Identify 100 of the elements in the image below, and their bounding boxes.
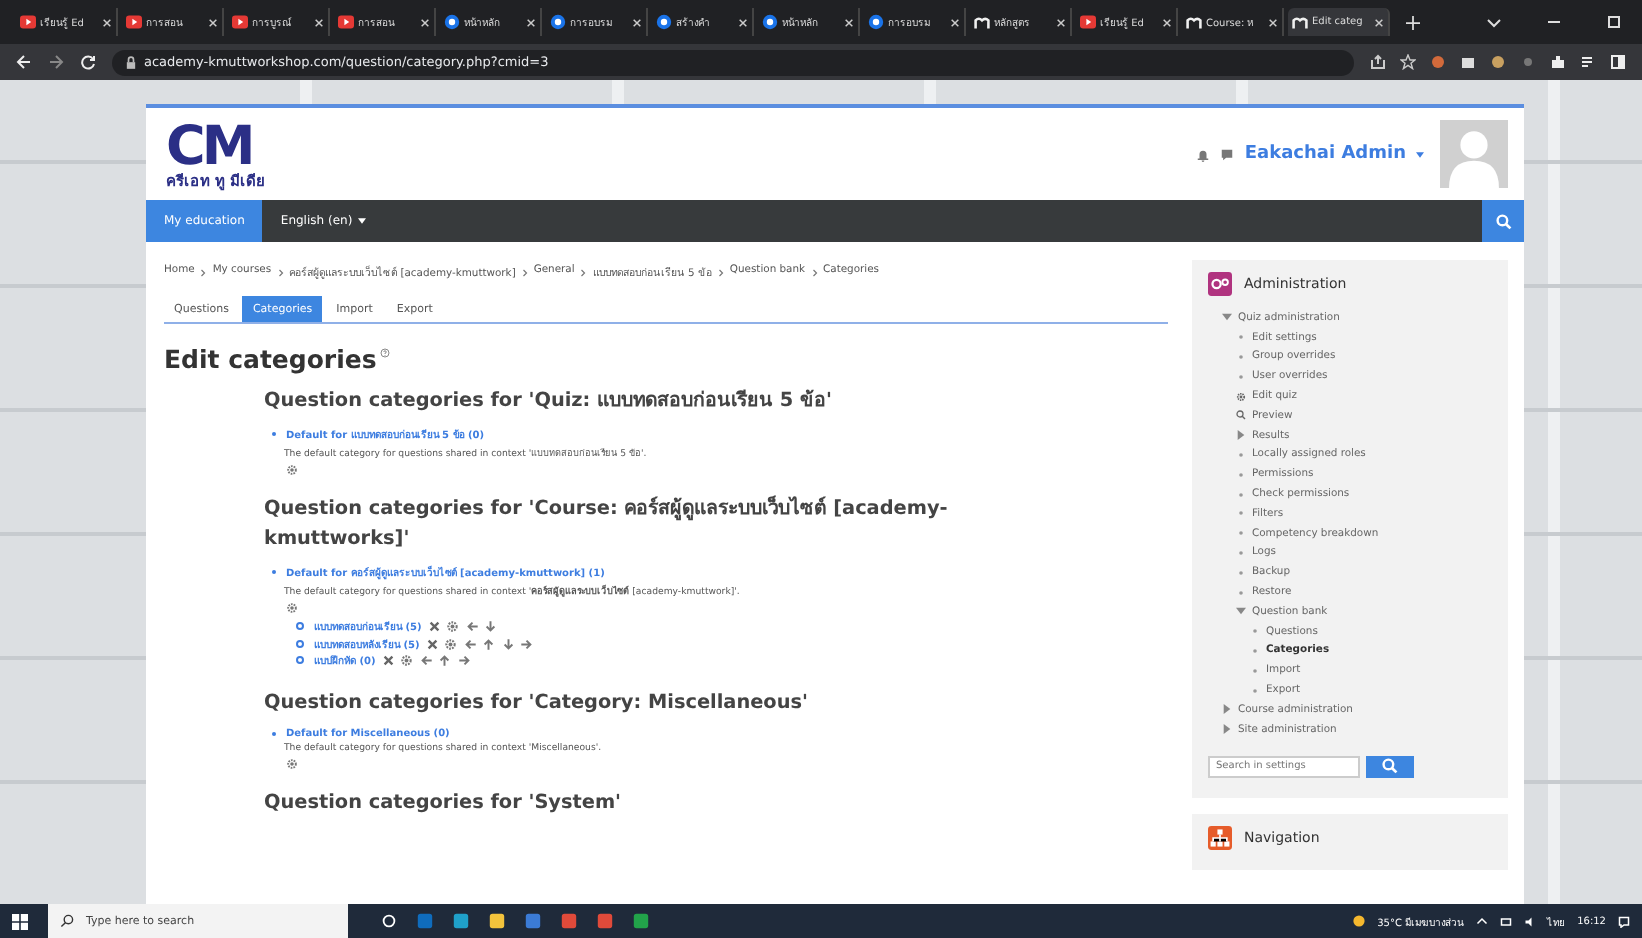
- section-heading: Question categories for 'System': [264, 789, 624, 818]
- gears-icon: [1208, 272, 1232, 296]
- circle-icon[interactable]: [380, 912, 398, 930]
- m-logo-icon: [1186, 14, 1202, 30]
- contacts-icon[interactable]: [632, 912, 650, 930]
- magnifier-icon: [1236, 410, 1246, 421]
- forward-icon[interactable]: [48, 54, 64, 70]
- close-icon[interactable]: [102, 17, 112, 27]
- sidebar-icon[interactable]: [1610, 54, 1626, 70]
- mail-icon[interactable]: [416, 912, 434, 930]
- play-icon: [126, 14, 142, 30]
- playlist-icon[interactable]: [1580, 54, 1596, 70]
- close-icon[interactable]: [208, 17, 218, 27]
- section-heading: Question categories for 'Course: คอร์สผู้ดูแลระบบเว็บไซต์ [academy-kmuttworks]': [264, 494, 950, 555]
- puzzle-icon[interactable]: [1550, 54, 1566, 70]
- up-arrow-icon[interactable]: [482, 637, 496, 651]
- delete-icon[interactable]: [427, 620, 441, 634]
- up-arrow-icon[interactable]: [438, 654, 452, 668]
- reload-icon[interactable]: [80, 54, 96, 70]
- share-icon[interactable]: [1370, 54, 1386, 70]
- new-tab-icon[interactable]: [1406, 15, 1420, 29]
- windows-start-icon[interactable]: [12, 913, 28, 929]
- left-arrow-icon[interactable]: [419, 654, 433, 668]
- chat-icon[interactable]: [1220, 147, 1235, 161]
- search-icon: [1495, 213, 1511, 229]
- logo-mark[interactable]: CM: [166, 119, 265, 174]
- caret-right-icon[interactable]: [1222, 704, 1232, 715]
- delete-icon[interactable]: [425, 637, 439, 651]
- close-icon[interactable]: [1162, 17, 1172, 27]
- search-icon: [60, 914, 74, 928]
- globe-icon: [868, 14, 884, 30]
- left-arrow-icon[interactable]: [465, 620, 479, 634]
- close-icon[interactable]: [420, 17, 430, 27]
- caret-down-icon[interactable]: [1222, 312, 1232, 323]
- close-icon[interactable]: [844, 17, 854, 27]
- restore-icon[interactable]: [1606, 14, 1622, 30]
- bullet-icon: [1238, 549, 1244, 556]
- speaker-icon[interactable]: [1523, 915, 1536, 927]
- gear-icon: [1236, 391, 1246, 402]
- down-arrow-icon[interactable]: [484, 620, 498, 634]
- edge-icon[interactable]: [452, 912, 470, 930]
- chevron-up-icon[interactable]: [1475, 915, 1488, 927]
- gear-icon[interactable]: [286, 464, 298, 477]
- bullet-icon: [1252, 687, 1258, 694]
- close-icon[interactable]: [950, 17, 960, 27]
- caret-right-icon[interactable]: [1222, 724, 1232, 735]
- close-icon[interactable]: [314, 17, 324, 27]
- user-menu[interactable]: Eakachai Admin: [1244, 144, 1406, 164]
- store-icon[interactable]: [524, 912, 542, 930]
- bullet-icon: [1238, 471, 1244, 478]
- weather-icon[interactable]: [1351, 914, 1366, 928]
- down-arrow-icon[interactable]: [501, 637, 515, 651]
- m-logo-icon: [974, 14, 990, 30]
- caret-down-icon[interactable]: [1416, 151, 1424, 157]
- network-icon[interactable]: [1499, 915, 1512, 927]
- play-icon: [338, 14, 354, 30]
- back-icon[interactable]: [16, 54, 32, 70]
- bullet-icon: [1238, 510, 1244, 517]
- chevron-right-icon: [811, 267, 818, 277]
- gear-icon[interactable]: [286, 757, 298, 770]
- play-icon: [1080, 14, 1096, 30]
- star-icon[interactable]: [1400, 54, 1416, 70]
- m-logo-icon: [1292, 14, 1308, 30]
- bullet-icon: [1238, 491, 1244, 498]
- left-arrow-icon[interactable]: [463, 637, 477, 651]
- help-icon[interactable]: [380, 348, 391, 358]
- chevron-right-icon: [277, 267, 284, 277]
- page-title: Edit categories: [164, 344, 377, 374]
- bullet-icon: [1238, 589, 1244, 596]
- bullet-icon: [1238, 569, 1244, 576]
- close-icon[interactable]: [1374, 17, 1384, 27]
- right-arrow-icon[interactable]: [457, 654, 471, 668]
- bell-icon[interactable]: [1196, 147, 1211, 161]
- delete-icon[interactable]: [381, 654, 395, 668]
- sitemap-icon: [1208, 825, 1232, 850]
- search-button[interactable]: [1482, 200, 1524, 242]
- chevron-right-icon: [521, 267, 528, 277]
- gear-icon[interactable]: [286, 602, 298, 615]
- close-icon[interactable]: [1056, 17, 1066, 27]
- globe-icon: [444, 14, 460, 30]
- chevron-down-icon[interactable]: [1486, 14, 1502, 30]
- bullet-icon: [1238, 373, 1244, 380]
- chevron-right-icon: [717, 267, 724, 277]
- notification-icon[interactable]: [1618, 915, 1630, 927]
- bullet-icon: [1238, 530, 1244, 537]
- gear-icon[interactable]: [400, 654, 414, 668]
- caret-down-icon[interactable]: [1236, 606, 1246, 617]
- right-arrow-icon[interactable]: [520, 637, 534, 651]
- close-icon[interactable]: [738, 17, 748, 27]
- bullet-icon: [1252, 647, 1258, 654]
- caret-right-icon[interactable]: [1236, 430, 1246, 441]
- close-icon[interactable]: [526, 17, 536, 27]
- folder-icon[interactable]: [488, 912, 506, 930]
- chevron-right-icon: [580, 267, 587, 277]
- search-button[interactable]: [1366, 755, 1414, 778]
- search-icon: [1382, 758, 1398, 775]
- close-icon[interactable]: [632, 17, 642, 27]
- chevron-right-icon: [200, 267, 207, 277]
- section-heading: Question categories for 'Quiz: แบบทดสอบก่อนเรียน 5 ข้อ': [264, 387, 834, 416]
- close-icon[interactable]: [1268, 17, 1278, 27]
